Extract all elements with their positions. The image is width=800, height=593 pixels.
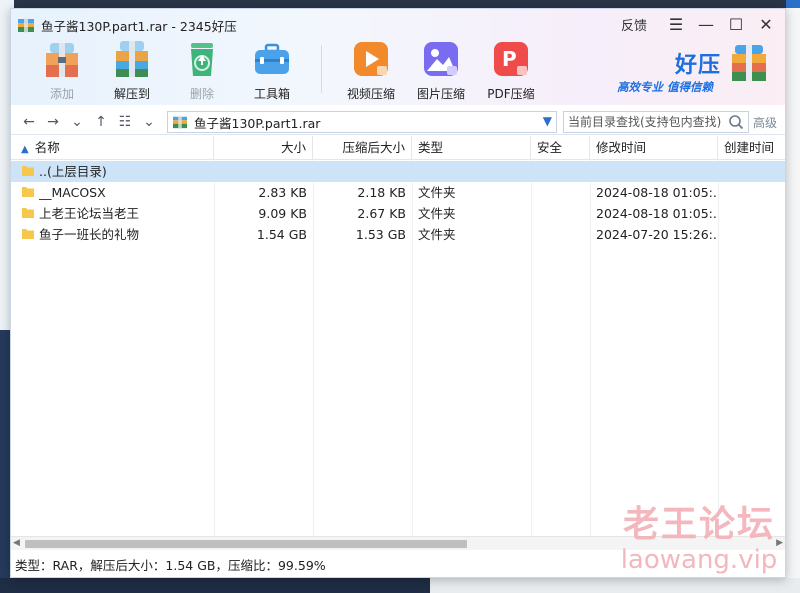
row-name: 鱼子一班长的礼物 [39, 227, 140, 242]
extract-to-icon [116, 41, 148, 77]
pdf-compress-button-label: PDF压缩 [487, 87, 535, 101]
add-button-label: 添加 [49, 87, 74, 101]
delete-button[interactable]: 删除 [167, 39, 237, 102]
column-packed-size[interactable]: 压缩后大小 [313, 136, 412, 160]
pdf-compress-button[interactable]: P PDF压缩 [476, 39, 546, 102]
close-icon[interactable]: ✕ [751, 13, 781, 35]
rar-archive-icon [173, 115, 187, 129]
minimize-icon[interactable]: — [691, 13, 721, 35]
scroll-left-icon[interactable]: ◀ [13, 538, 20, 548]
forward-icon[interactable]: → [41, 111, 65, 133]
row-name: 上老王论坛当老王 [39, 206, 140, 221]
file-list: ▲ 名称 大小 压缩后大小 类型 安全 修改时间 创建时间 ..(上层目录) __… [11, 136, 785, 536]
table-row[interactable]: __MACOSX 2.83 KB 2.18 KB 文件夹 2024-08-18 … [11, 182, 785, 203]
table-row[interactable]: 上老王论坛当老王 9.09 KB 2.67 KB 文件夹 2024-08-18 … [11, 203, 785, 224]
toolbar-separator [321, 45, 322, 93]
row-name: ..(上层目录) [39, 164, 107, 179]
advanced-search-link[interactable]: 高级 [753, 114, 777, 131]
window-controls: 反馈 ☰ — ☐ ✕ [621, 13, 781, 35]
row-type: 文件夹 [418, 206, 456, 221]
archive-window: 鱼子酱130P.part1.rar - 2345好压 反馈 ☰ — ☐ ✕ 添加 [10, 8, 786, 578]
search-icon[interactable] [728, 114, 744, 130]
toolbox-button-label: 工具箱 [253, 87, 290, 101]
folder-icon [22, 208, 34, 218]
folder-icon [22, 187, 34, 197]
row-size: 2.83 KB [258, 185, 307, 200]
image-compress-button[interactable]: 图片压缩 [406, 39, 476, 102]
address-bar: ← → ⌄ ↑ ☷ ⌄ 鱼子酱130P.part1.rar ▼ 高级 [11, 109, 785, 135]
window-header: 鱼子酱130P.part1.rar - 2345好压 反馈 ☰ — ☐ ✕ 添加 [11, 9, 785, 105]
table-row[interactable]: 鱼子一班长的礼物 1.54 GB 1.53 GB 文件夹 2024-07-20 … [11, 224, 785, 245]
brand-logo: 好压 高效专业 值得信赖 [617, 43, 767, 99]
path-box[interactable]: 鱼子酱130P.part1.rar ▼ [167, 111, 557, 133]
row-packed-size: 2.67 KB [357, 206, 406, 221]
search-box [563, 111, 749, 133]
up-level-icon[interactable]: ↑ [89, 111, 113, 133]
view-mode-icon[interactable]: ☷ [113, 111, 137, 133]
search-input[interactable] [568, 115, 724, 129]
feedback-link[interactable]: 反馈 [621, 15, 647, 34]
rar-archive-icon [18, 18, 34, 33]
row-type: 文件夹 [418, 227, 456, 242]
folder-icon [22, 166, 34, 176]
watermark: 老王论坛 laowang.vip [614, 504, 784, 576]
watermark-url: laowang.vip [620, 545, 778, 575]
add-button[interactable]: 添加 [27, 39, 97, 102]
recycle-bin-icon [191, 43, 213, 76]
desktop-background-bottom [0, 578, 800, 593]
column-type[interactable]: 类型 [412, 136, 531, 160]
column-name[interactable]: ▲ 名称 [11, 136, 214, 160]
row-size: 1.54 GB [256, 227, 307, 242]
scrollbar-thumb[interactable] [25, 540, 467, 548]
table-row-parent-dir[interactable]: ..(上层目录) [11, 161, 785, 182]
column-created[interactable]: 创建时间 [718, 136, 785, 160]
toolbox-icon [255, 43, 289, 74]
delete-button-label: 删除 [189, 87, 214, 101]
row-type: 文件夹 [418, 185, 456, 200]
haozip-logo-icon [732, 45, 766, 81]
video-compress-icon [354, 42, 388, 76]
row-packed-size: 1.53 GB [355, 227, 406, 242]
history-dropdown-icon[interactable]: ⌄ [65, 111, 89, 133]
folder-icon [22, 229, 34, 239]
menu-icon[interactable]: ☰ [661, 13, 691, 35]
sort-ascending-icon: ▲ [21, 144, 29, 155]
svg-text:P: P [502, 47, 517, 71]
path-dropdown-icon[interactable]: ▼ [543, 114, 552, 128]
row-modified: 2024-08-18 01:05:... [596, 206, 716, 221]
toolbox-button[interactable]: 工具箱 [237, 39, 307, 102]
row-packed-size: 2.18 KB [357, 185, 406, 200]
desktop-background-right [786, 0, 800, 593]
title-bar: 鱼子酱130P.part1.rar - 2345好压 [17, 15, 237, 35]
column-modified[interactable]: 修改时间 [590, 136, 718, 160]
brand-name: 好压 [675, 53, 722, 78]
extract-to-button[interactable]: 解压到 [97, 39, 167, 102]
window-title: 鱼子酱130P.part1.rar - 2345好压 [41, 18, 237, 34]
column-security[interactable]: 安全 [531, 136, 590, 160]
column-size[interactable]: 大小 [214, 136, 313, 160]
row-size: 9.09 KB [258, 206, 307, 221]
row-modified: 2024-08-18 01:05:... [596, 185, 716, 200]
maximize-icon[interactable]: ☐ [721, 13, 751, 35]
row-name: __MACOSX [39, 185, 106, 200]
brand-slogan: 高效专业 值得信赖 [617, 80, 714, 94]
back-icon[interactable]: ← [17, 111, 41, 133]
image-compress-icon [424, 42, 458, 76]
extract-to-button-label: 解压到 [113, 87, 150, 101]
current-path: 鱼子酱130P.part1.rar [194, 115, 321, 131]
video-compress-button-label: 视频压缩 [346, 87, 395, 101]
view-mode-dropdown-icon[interactable]: ⌄ [137, 111, 161, 133]
column-header: ▲ 名称 大小 压缩后大小 类型 安全 修改时间 创建时间 [11, 136, 785, 160]
image-compress-button-label: 图片压缩 [416, 87, 465, 101]
main-toolbar: 添加 解压到 删除 工具箱 视频压缩 图片压缩 P PDF压缩 [27, 39, 546, 103]
row-modified: 2024-07-20 15:26:... [596, 227, 716, 242]
video-compress-button[interactable]: 视频压缩 [336, 39, 406, 102]
pdf-compress-icon: P [494, 42, 528, 76]
watermark-title: 老王论坛 [622, 504, 775, 545]
add-archive-icon [46, 43, 78, 77]
